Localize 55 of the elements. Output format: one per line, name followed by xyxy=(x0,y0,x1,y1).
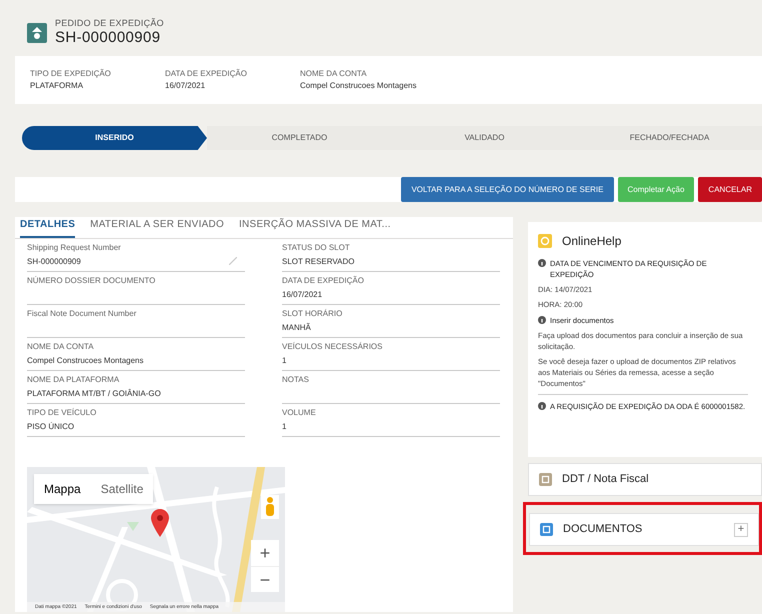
field-label: Fiscal Note Document Number xyxy=(27,308,136,320)
field-value: SLOT RESERVADO xyxy=(282,256,354,268)
info-icon xyxy=(538,259,546,267)
highlight-value: Compel Construcoes Montagens xyxy=(300,80,417,92)
info-icon xyxy=(538,402,546,410)
document-icon xyxy=(540,523,553,536)
record-title: SH-000000909 xyxy=(55,29,162,48)
pencil-icon[interactable] xyxy=(229,257,237,265)
info-icon xyxy=(538,316,546,324)
path-step[interactable]: COMPLETADO xyxy=(207,126,392,150)
highlight-label: TIPO DE EXPEDIÇÃO xyxy=(30,68,112,80)
file-icon xyxy=(539,473,552,486)
zoom-in-button[interactable]: + xyxy=(251,540,279,566)
field-value: 1 xyxy=(282,421,286,433)
field-value: PISO ÚNICO xyxy=(27,421,74,433)
field-value: 16/07/2021 xyxy=(282,289,322,301)
field-value: MANHÃ xyxy=(282,322,311,334)
field-label: SLOT HORÁRIO xyxy=(282,308,342,320)
field-value: 1 xyxy=(282,355,286,367)
field-label: DATA DE EXPEDIÇÃO xyxy=(282,275,364,287)
related-list-title: DDT / Nota Fiscal xyxy=(562,472,650,488)
highlight-value: PLATAFORMA xyxy=(30,80,84,92)
field-label: NOME DA PLATAFORMA xyxy=(27,374,120,386)
tab[interactable]: INSERÇÃO MASSIVA DE MAT... xyxy=(239,217,391,238)
field-label: Shipping Request Number xyxy=(27,242,121,254)
add-button[interactable]: + xyxy=(734,522,748,536)
object-type: PEDIDO DE EXPEDIÇÃO xyxy=(55,18,164,30)
path-step[interactable]: VALIDADO xyxy=(392,126,577,150)
person-icon[interactable] xyxy=(261,495,279,519)
field-label: VOLUME xyxy=(282,407,316,419)
field-label: NÚMERO DOSSIER DOCUMENTO xyxy=(27,275,156,287)
map-type-button[interactable]: Satellite xyxy=(90,474,154,504)
path-step[interactable]: FECHADO/FECHADA xyxy=(577,126,762,150)
highlight-value: 16/07/2021 xyxy=(165,80,206,92)
highlight-label: NOME DA CONTA xyxy=(300,68,368,80)
field-value: Compel Construcoes Montagens xyxy=(27,355,144,367)
field-label: NOME DA CONTA xyxy=(27,341,94,353)
path-step[interactable]: INSERIDO xyxy=(22,126,207,150)
tab[interactable]: DETALHES xyxy=(20,217,76,238)
record-icon xyxy=(27,23,47,43)
map-pin-icon xyxy=(151,509,169,537)
highlight-label: DATA DE EXPEDIÇÃO xyxy=(165,68,248,80)
zoom-out-button[interactable]: − xyxy=(251,566,279,592)
field-value: SH-000000909 xyxy=(27,256,81,268)
field-value: PLATAFORMA MT/BT / GOIÂNIA-GO xyxy=(27,388,161,400)
action-button[interactable]: VOLTAR PARA A SELEÇÃO DO NÚMERO DE SERIE xyxy=(401,177,614,202)
field-label: VEÍCULOS NECESSÁRIOS xyxy=(282,341,382,353)
field-label: STATUS DO SLOT xyxy=(282,242,350,254)
action-button[interactable]: CANCELAR xyxy=(698,177,762,202)
field-label: TIPO DE VEÍCULO xyxy=(27,407,96,419)
tab[interactable]: MATERIAL A SER ENVIADO xyxy=(90,217,224,238)
related-list-title: DOCUMENTOS xyxy=(563,522,644,538)
field-label: NOTAS xyxy=(282,374,309,386)
card-title: OnlineHelp xyxy=(562,233,622,250)
map-type-button[interactable]: Mappa xyxy=(34,474,91,504)
